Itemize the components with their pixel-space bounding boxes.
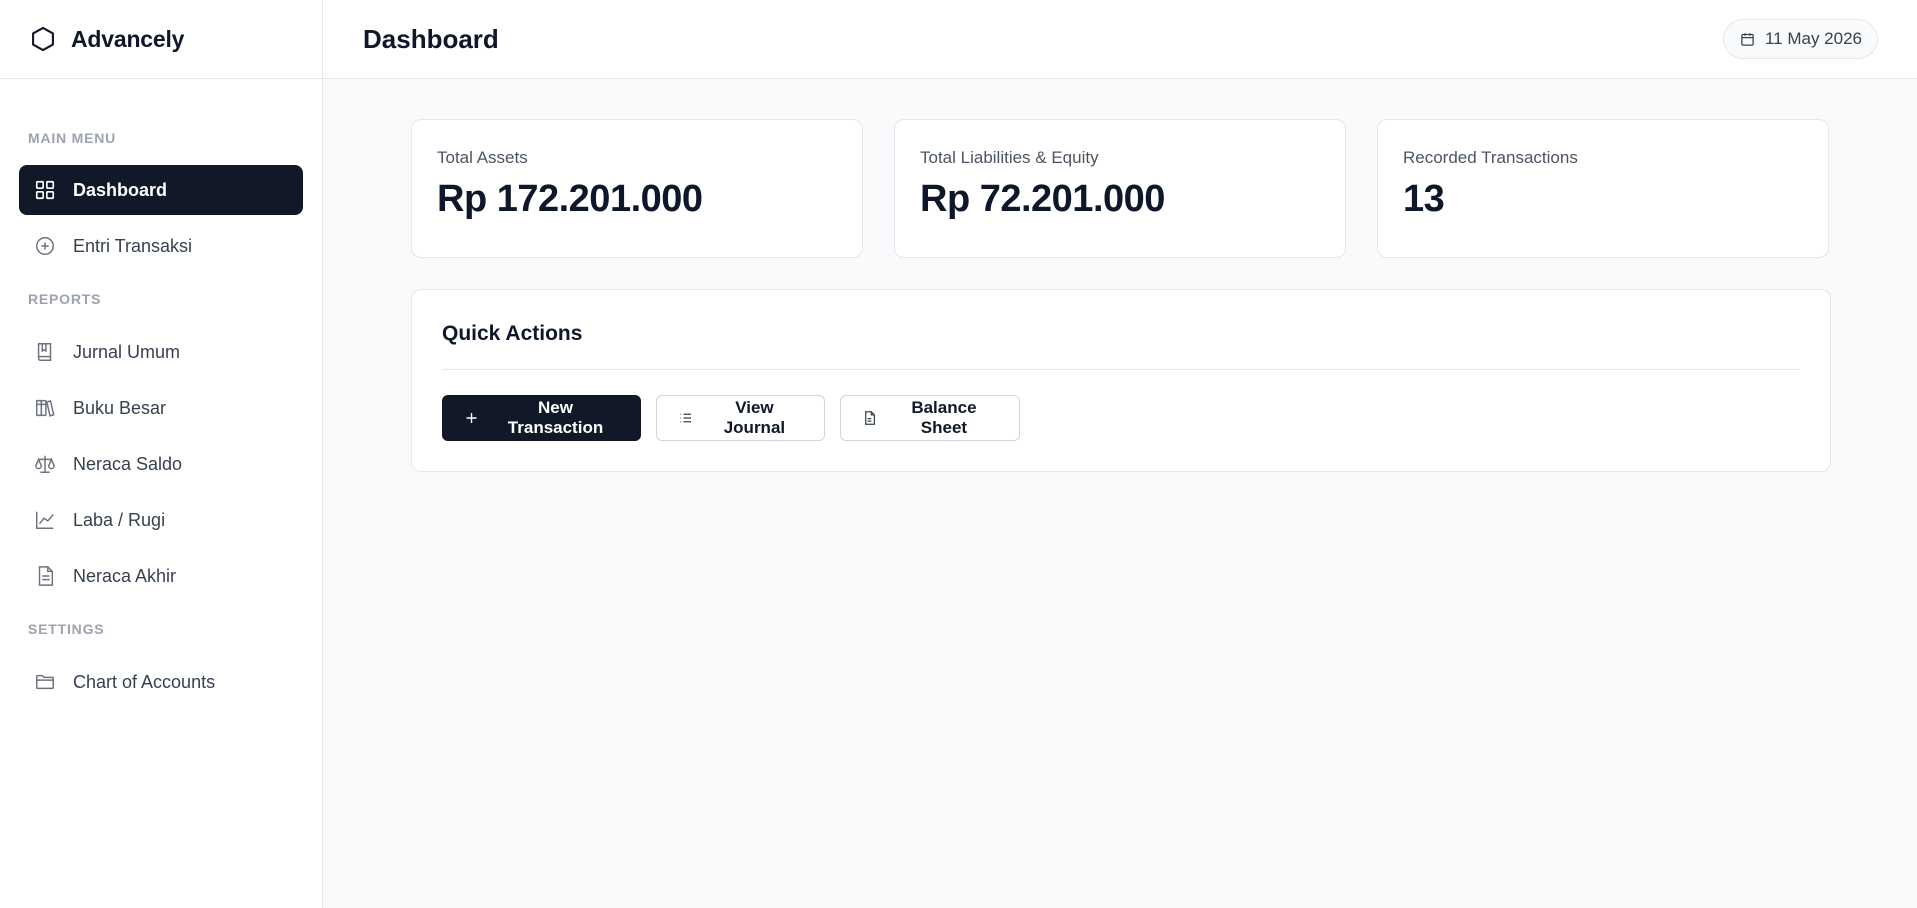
file-text-icon — [38, 566, 54, 586]
sidebar-item-label: Jurnal Umum — [73, 341, 181, 362]
scale-icon — [35, 455, 55, 473]
main-content: Total Assets Rp 172.201.000 Total Liabil… — [411, 119, 1831, 472]
section-title-settings: SETTINGS — [28, 621, 105, 637]
sidebar-item-label: Neraca Akhir — [73, 565, 177, 586]
plus-icon — [466, 412, 477, 424]
stat-card-recorded-transactions: Recorded Transactions 13 — [1377, 119, 1829, 258]
list-icon — [680, 413, 692, 423]
date-text: 11 May 2026 — [1764, 29, 1862, 48]
button-label: Balance Sheet — [911, 398, 977, 437]
page-title: Dashboard — [363, 23, 499, 54]
sidebar: Advancely MAIN MENU Dashboard Entri Tran… — [0, 0, 323, 908]
sidebar-item-laba-rugi[interactable]: Laba / Rugi — [19, 495, 303, 545]
sidebar-item-neraca-saldo[interactable]: Neraca Saldo — [19, 439, 303, 489]
stat-value: 13 — [1403, 178, 1445, 220]
button-label: New Transaction — [507, 398, 604, 437]
stat-label: Total Assets — [437, 148, 528, 167]
sidebar-item-neraca-akhir[interactable]: Neraca Akhir — [19, 551, 303, 601]
stat-label: Recorded Transactions — [1403, 148, 1578, 167]
book-icon — [37, 343, 52, 361]
sidebar-item-buku-besar[interactable]: Buku Besar — [19, 383, 303, 433]
stat-value: Rp 72.201.000 — [920, 178, 1165, 220]
stat-card-total-assets: Total Assets Rp 172.201.000 — [411, 119, 863, 258]
sidebar-item-label: Neraca Saldo — [73, 453, 183, 474]
section-title-reports: REPORTS — [28, 291, 102, 307]
sidebar-item-chart-of-accounts[interactable]: Chart of Accounts — [19, 657, 303, 707]
top-header: Dashboard 11 May 2026 — [323, 0, 1917, 79]
date-badge: 11 May 2026 — [1722, 19, 1878, 59]
stat-value: Rp 172.201.000 — [437, 178, 703, 220]
library-icon — [36, 399, 55, 417]
trending-up-icon — [36, 511, 54, 529]
section-title-main-menu: MAIN MENU — [28, 130, 117, 146]
calendar-icon — [1741, 32, 1754, 46]
view-journal-button[interactable]: View Journal — [656, 395, 825, 441]
quick-actions-title: Quick Actions — [442, 290, 1800, 370]
new-transaction-button[interactable]: New Transaction — [442, 395, 641, 441]
balance-sheet-button[interactable]: Balance Sheet — [840, 395, 1020, 441]
plus-circle-icon — [36, 237, 54, 255]
grid-icon — [35, 180, 55, 200]
sidebar-item-label: Entri Transaksi — [73, 235, 193, 256]
brand[interactable]: Advancely — [0, 0, 322, 79]
hexagon-logo-icon — [32, 26, 54, 52]
sidebar-item-label: Laba / Rugi — [73, 509, 166, 530]
button-label: View Journal — [723, 398, 786, 437]
quick-actions-buttons: New Transaction View Journal Balance She… — [442, 395, 1800, 441]
stats-row: Total Assets Rp 172.201.000 Total Liabil… — [411, 119, 1831, 258]
sidebar-item-label: Buku Besar — [73, 397, 167, 418]
stat-label: Total Liabilities & Equity — [920, 148, 1099, 167]
sidebar-item-dashboard[interactable]: Dashboard — [19, 165, 303, 215]
sidebar-nav: MAIN MENU Dashboard Entri Transaksi REPO… — [0, 130, 322, 707]
sidebar-item-label: Dashboard — [73, 179, 168, 200]
folder-icon — [36, 674, 54, 690]
sidebar-item-jurnal-umum[interactable]: Jurnal Umum — [19, 327, 303, 377]
quick-actions-card: Quick Actions New Transaction View Journ… — [411, 289, 1831, 472]
sidebar-item-entri-transaksi[interactable]: Entri Transaksi — [19, 221, 303, 271]
sidebar-item-label: Chart of Accounts — [73, 671, 216, 692]
stat-card-total-liabilities-equity: Total Liabilities & Equity Rp 72.201.000 — [894, 119, 1346, 258]
file-icon — [865, 411, 876, 425]
brand-name: Advancely — [71, 25, 185, 52]
